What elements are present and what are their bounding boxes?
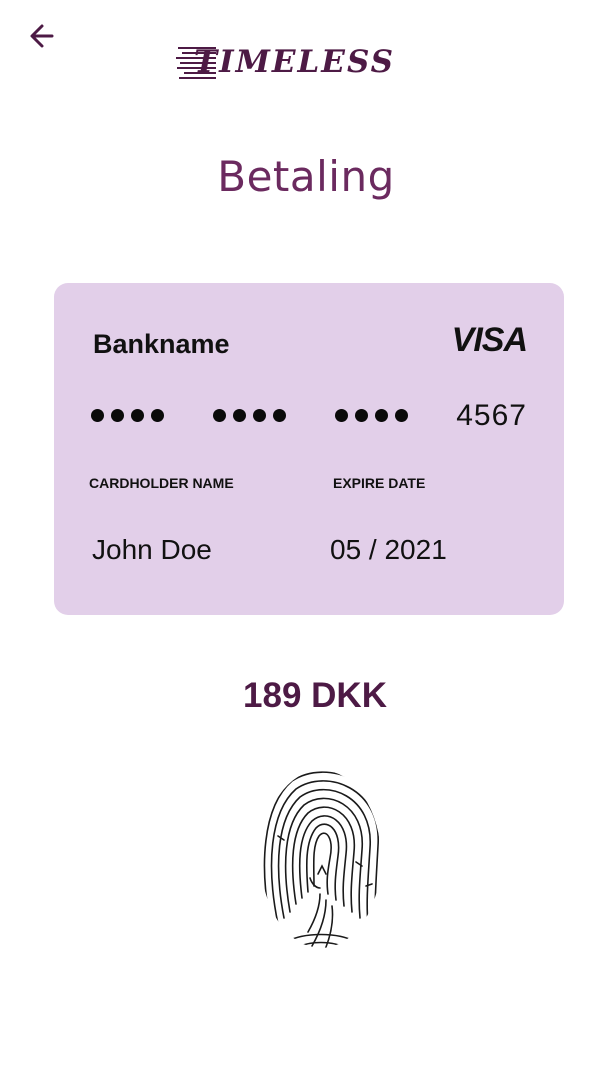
cardholder-name: John Doe: [92, 534, 212, 565]
fingerprint-button[interactable]: [256, 766, 386, 956]
fingerprint-icon: [261, 770, 381, 948]
bank-name: Bankname: [93, 329, 230, 359]
visa-logo: VISA: [451, 321, 528, 359]
masked-digits-group-3: [335, 409, 408, 422]
payment-card[interactable]: Bankname VISA 4567 CARDHOLDER NAME EXPIR…: [54, 283, 564, 615]
timeless-logo: TIMELESS: [176, 42, 428, 82]
expire-date: 05 / 2021: [330, 534, 447, 565]
masked-digits-group-1: [91, 409, 164, 422]
expire-date-label: EXPIRE DATE: [333, 475, 426, 491]
back-button[interactable]: [22, 16, 62, 56]
card-number: 4567: [91, 395, 527, 439]
masked-digits-group-2: [213, 409, 286, 422]
arrow-left-icon: [30, 24, 54, 48]
card-last-digits: 4567: [456, 399, 527, 432]
logo-text: TIMELESS: [194, 44, 396, 80]
page-title: Betaling: [217, 152, 395, 201]
payment-amount: 189 DKK: [243, 676, 387, 715]
cardholder-label: CARDHOLDER NAME: [89, 475, 234, 491]
